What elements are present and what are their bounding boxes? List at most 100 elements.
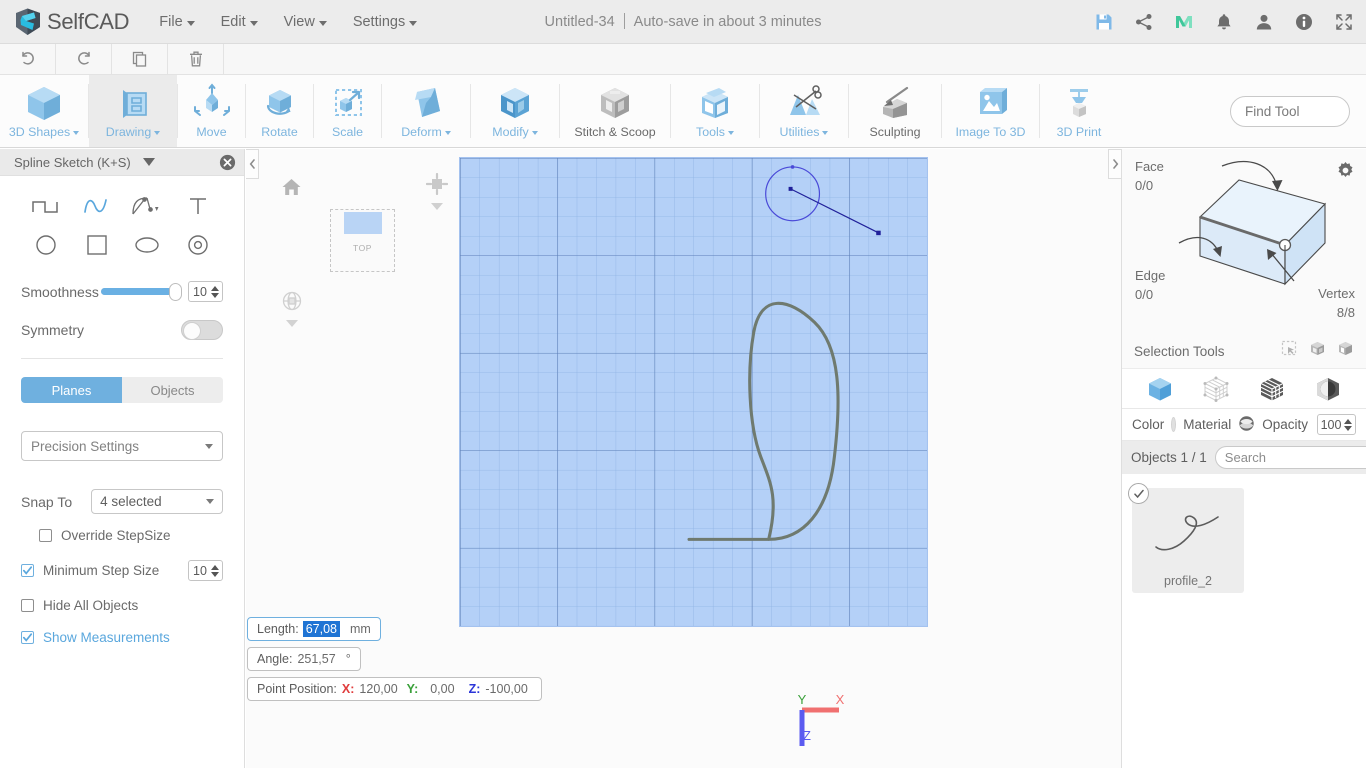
point-position-field[interactable]: Point Position: X: 120,00 Y: 0,00 Z: -10… — [247, 677, 542, 701]
shading-mode-icon[interactable] — [1314, 375, 1342, 403]
info-icon[interactable] — [1294, 12, 1314, 32]
redo-button[interactable] — [56, 44, 111, 75]
panel-divider — [21, 358, 223, 359]
collapse-left-panel-button[interactable] — [246, 149, 259, 179]
copy-button[interactable] — [112, 44, 167, 75]
chevron-down-icon[interactable] — [211, 571, 219, 577]
precision-settings-dropdown[interactable]: Precision Settings — [21, 431, 223, 461]
chevron-down-icon[interactable] — [142, 158, 155, 166]
stepper-arrows[interactable] — [211, 564, 222, 577]
chevron-up-icon[interactable] — [211, 285, 219, 291]
perspective-toggle[interactable] — [282, 291, 302, 327]
menu-view-label: View — [283, 13, 315, 30]
collapse-right-panel-button[interactable] — [1108, 149, 1121, 179]
vertex-mode-icon[interactable] — [1202, 375, 1230, 403]
ribbon-image-to-3d[interactable]: Image To 3D — [942, 75, 1039, 147]
ribbon-3d-print[interactable]: 3D Print — [1040, 75, 1118, 147]
circle-tool[interactable] — [25, 229, 67, 261]
objects-search[interactable] — [1214, 446, 1366, 469]
override-stepsize-checkbox[interactable] — [39, 529, 52, 542]
chevron-down-icon[interactable] — [1344, 425, 1352, 431]
chevron-up-icon[interactable] — [1344, 418, 1352, 424]
menu-edit[interactable]: Edit — [221, 14, 258, 30]
ribbon-modify[interactable]: Modify — [471, 75, 559, 147]
object-mode-icon[interactable] — [1146, 375, 1174, 403]
face-mode-icon[interactable] — [1258, 375, 1286, 403]
menu-file[interactable]: File — [159, 14, 195, 30]
chevron-up-icon[interactable] — [211, 564, 219, 570]
length-field[interactable]: Length: 67,08 mm — [247, 617, 381, 641]
smoothness-stepper[interactable]: 10 — [188, 281, 223, 302]
share-icon[interactable] — [1134, 12, 1154, 32]
select-visible-icon[interactable] — [1337, 340, 1354, 362]
hide-all-objects-checkbox[interactable] — [21, 599, 34, 612]
angle-value[interactable]: 251,57 — [297, 652, 335, 666]
objects-search-input[interactable] — [1224, 450, 1366, 465]
polyline-tool[interactable] — [25, 190, 67, 222]
stepper-arrows[interactable] — [211, 285, 222, 298]
chevron-down-icon[interactable] — [431, 203, 443, 210]
show-measurements-checkbox[interactable] — [21, 631, 34, 644]
minimum-step-size-checkbox[interactable] — [21, 564, 34, 577]
angle-field[interactable]: Angle: 251,57 ° — [247, 647, 361, 671]
color-swatch[interactable] — [1171, 417, 1177, 432]
sketch-grid-plane[interactable] — [459, 157, 928, 627]
ribbon-tools[interactable]: Tools — [671, 75, 759, 147]
ribbon-scale[interactable]: Scale — [314, 75, 381, 147]
view-cube-top-face[interactable] — [343, 212, 382, 234]
ribbon-sculpting[interactable]: Sculpting — [849, 75, 941, 147]
home-icon[interactable] — [282, 178, 301, 201]
find-tool-search[interactable] — [1230, 96, 1366, 127]
material-sphere-icon[interactable] — [1238, 415, 1255, 435]
ring-tool[interactable] — [177, 229, 219, 261]
save-icon[interactable] — [1094, 12, 1114, 32]
menu-view[interactable]: View — [284, 14, 327, 30]
mymini-m-icon[interactable] — [1174, 12, 1194, 32]
snap-to-dropdown[interactable]: 4 selected — [91, 489, 223, 514]
segment-planes[interactable]: Planes — [21, 377, 122, 403]
stepper-arrows[interactable] — [1344, 418, 1355, 431]
ribbon-deform[interactable]: Deform — [382, 75, 470, 147]
view-cube[interactable]: TOP — [330, 209, 395, 272]
delete-button[interactable] — [168, 44, 223, 75]
viewport-3d[interactable]: TOP Y X Z Length: 67,08 mm Angle: 251,57… — [246, 149, 1121, 768]
ribbon-3d-shapes[interactable]: 3D Shapes — [0, 75, 88, 147]
select-through-icon[interactable] — [1309, 340, 1326, 362]
minimum-step-size-stepper[interactable]: 10 — [188, 560, 223, 581]
point-z-value[interactable]: -100,00 — [485, 682, 527, 696]
object-selected-checkbox[interactable] — [1128, 483, 1149, 504]
notifications-bell-icon[interactable] — [1214, 12, 1234, 32]
undo-button[interactable] — [0, 44, 55, 75]
square-tool[interactable] — [76, 229, 118, 261]
chevron-down-icon[interactable] — [211, 292, 219, 298]
point-y-value[interactable]: 0,00 — [430, 682, 454, 696]
bezier-tool[interactable] — [126, 190, 168, 222]
ellipse-tool[interactable] — [126, 229, 168, 261]
close-circle-icon[interactable] — [219, 154, 236, 171]
ribbon-drawing[interactable]: Drawing — [89, 75, 177, 147]
menu-settings-label: Settings — [352, 13, 406, 30]
length-value[interactable]: 67,08 — [302, 621, 340, 637]
fullscreen-icon[interactable] — [1334, 12, 1354, 32]
label-text: Stitch & Scoop — [574, 125, 656, 139]
symmetry-toggle[interactable] — [181, 320, 223, 340]
find-tool-input[interactable] — [1231, 104, 1366, 119]
ribbon-move[interactable]: Move — [178, 75, 245, 147]
zoom-extents-widget[interactable] — [425, 172, 449, 210]
rectangle-select-icon[interactable] — [1281, 340, 1298, 362]
segment-objects[interactable]: Objects — [122, 377, 223, 403]
smoothness-slider[interactable] — [100, 283, 182, 301]
objects-count-label: Objects 1 / 1 — [1131, 450, 1207, 465]
text-tool[interactable] — [177, 190, 219, 222]
ribbon-stitch-scoop[interactable]: Stitch & Scoop — [560, 75, 670, 147]
slider-handle[interactable] — [168, 283, 182, 301]
point-x-value[interactable]: 120,00 — [359, 682, 397, 696]
chevron-down-icon[interactable] — [286, 320, 298, 327]
menu-settings[interactable]: Settings — [352, 13, 418, 30]
ribbon-utilities[interactable]: Utilities — [760, 75, 848, 147]
list-item[interactable]: profile_2 — [1128, 483, 1244, 593]
opacity-stepper[interactable]: 100 — [1317, 414, 1356, 435]
user-account-icon[interactable] — [1254, 12, 1274, 32]
ribbon-rotate[interactable]: Rotate — [246, 75, 313, 147]
spline-tool[interactable] — [76, 190, 118, 222]
